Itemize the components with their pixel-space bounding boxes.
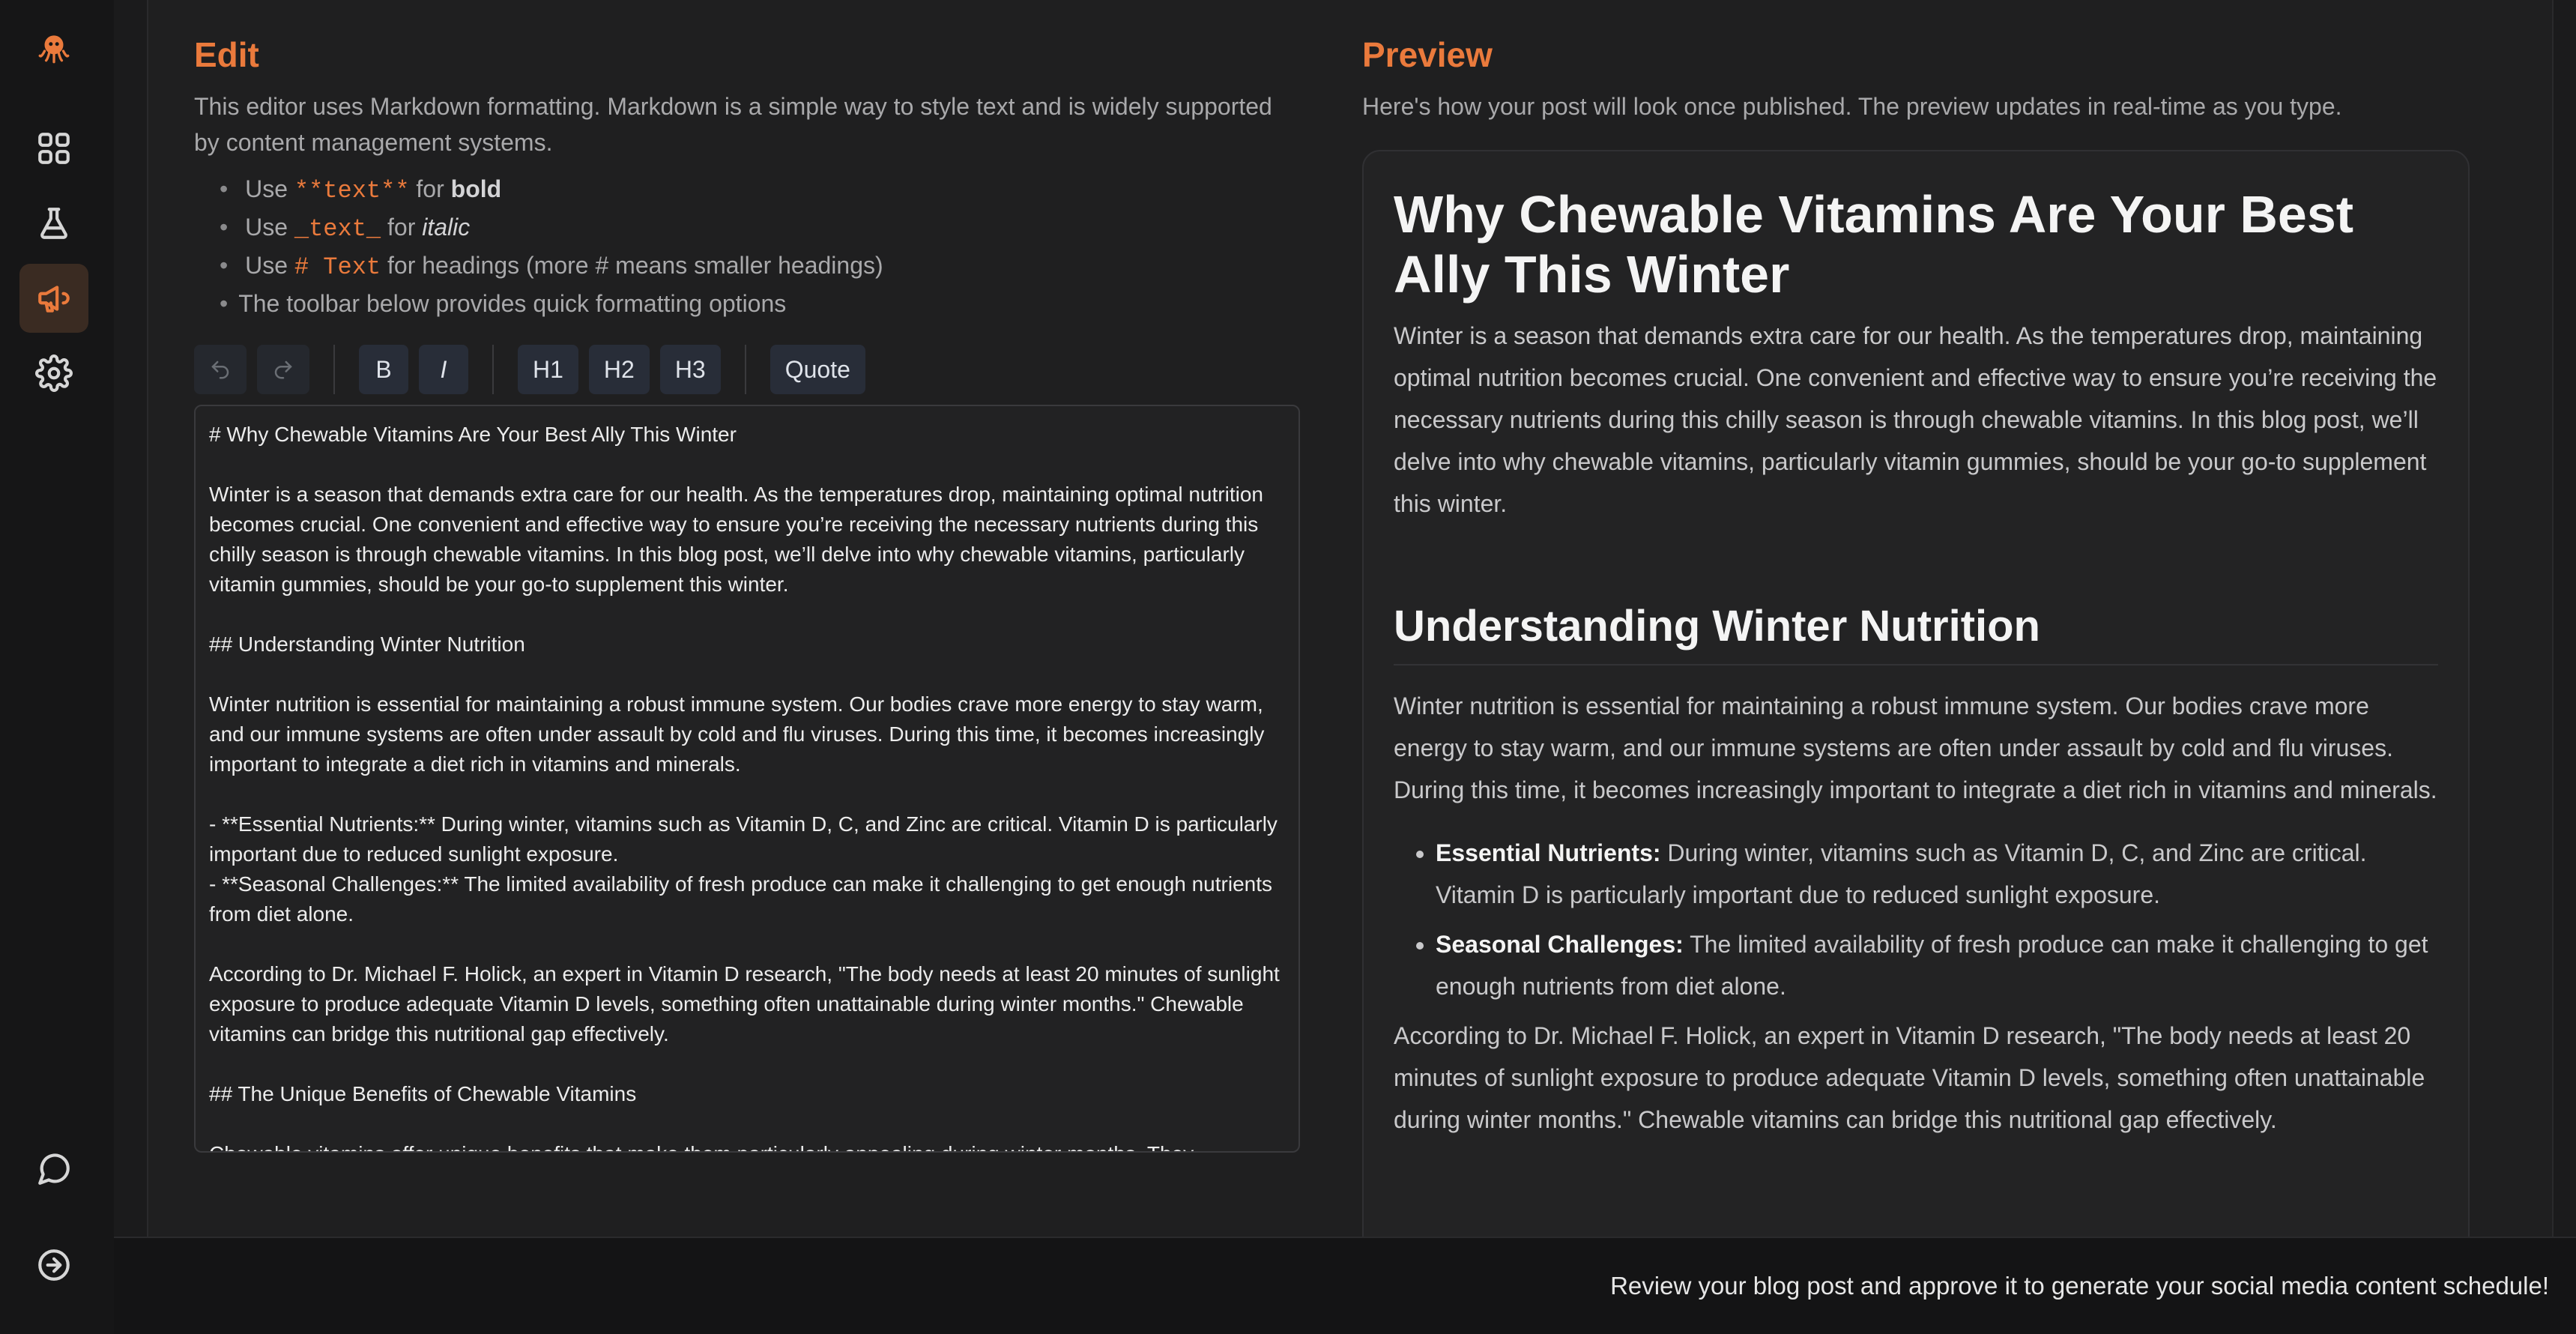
toolbar-divider (744, 345, 746, 394)
edit-title: Edit (194, 35, 259, 74)
preview-panel: Preview Here's how your post will look o… (1362, 30, 2470, 1274)
chat-icon[interactable] (19, 1135, 88, 1204)
h1-button[interactable]: H1 (518, 345, 578, 394)
tip-bold: Use **text** for bold (220, 171, 1303, 209)
preview-title: Preview (1362, 35, 1493, 74)
preview-paragraph: According to Dr. Michael F. Holick, an e… (1394, 1022, 2425, 1133)
format-toolbar: B I H1 H2 H3 Quote (194, 345, 876, 394)
preview-heading-1: Why Chewable Vitamins Are Your Best Ally… (1394, 185, 2354, 304)
footer-bar: Review your blog post and approve it to … (114, 1237, 2576, 1334)
tip-italic: Use _text_ for italic (220, 209, 1303, 247)
quote-button[interactable]: Quote (770, 345, 865, 394)
left-gutter (114, 0, 148, 1237)
redo-button[interactable] (257, 345, 309, 394)
bold-button[interactable]: B (359, 345, 408, 394)
preview-card: Why Chewable Vitamins Are Your Best Ally… (1362, 150, 2470, 1274)
footer-message: Review your blog post and approve it to … (1610, 1272, 2549, 1300)
preview-bullet: Essential Nutrients: During winter, vita… (1436, 832, 2438, 916)
preview-description: Here's how your post will look once publ… (1362, 93, 2342, 120)
toolbar-divider (492, 345, 494, 394)
h3-button[interactable]: H3 (659, 345, 721, 394)
markdown-tips: Use **text** for bold Use _text_ for ita… (194, 171, 1303, 322)
italic-button[interactable]: I (419, 345, 468, 394)
undo-icon (211, 360, 229, 379)
edit-description: This editor uses Markdown formatting. Ma… (194, 93, 1272, 156)
arrow-right-circle-icon[interactable] (19, 1231, 88, 1300)
preview-heading-2: Understanding Winter Nutrition (1394, 597, 2438, 666)
toolbar-divider (333, 345, 335, 394)
grid-icon[interactable] (19, 114, 88, 183)
octopus-logo-icon[interactable] (19, 13, 88, 82)
right-gutter (2552, 0, 2576, 1237)
gear-icon[interactable] (19, 339, 88, 408)
redo-icon (274, 360, 292, 379)
tip-heading: Use # Text for headings (more # means sm… (220, 247, 1303, 286)
preview-paragraph: Winter is a season that demands extra ca… (1394, 322, 2437, 517)
preview-bullet-list: Essential Nutrients: During winter, vita… (1394, 832, 2438, 1007)
flask-icon[interactable] (19, 189, 88, 258)
nav-rail (0, 0, 115, 1334)
editor-content[interactable]: # Why Chewable Vitamins Are Your Best Al… (209, 420, 1285, 1151)
undo-button[interactable] (194, 345, 247, 394)
preview-paragraph: Winter nutrition is essential for mainta… (1394, 692, 2437, 803)
tip-toolbar: The toolbar below provides quick formatt… (220, 286, 1303, 322)
markdown-editor[interactable]: # Why Chewable Vitamins Are Your Best Al… (194, 405, 1300, 1153)
preview-bullet: Seasonal Challenges: The limited availab… (1436, 923, 2438, 1007)
edit-panel: Edit This editor uses Markdown formattin… (194, 30, 1303, 1153)
megaphone-icon[interactable] (19, 264, 88, 333)
h2-button[interactable]: H2 (588, 345, 650, 394)
